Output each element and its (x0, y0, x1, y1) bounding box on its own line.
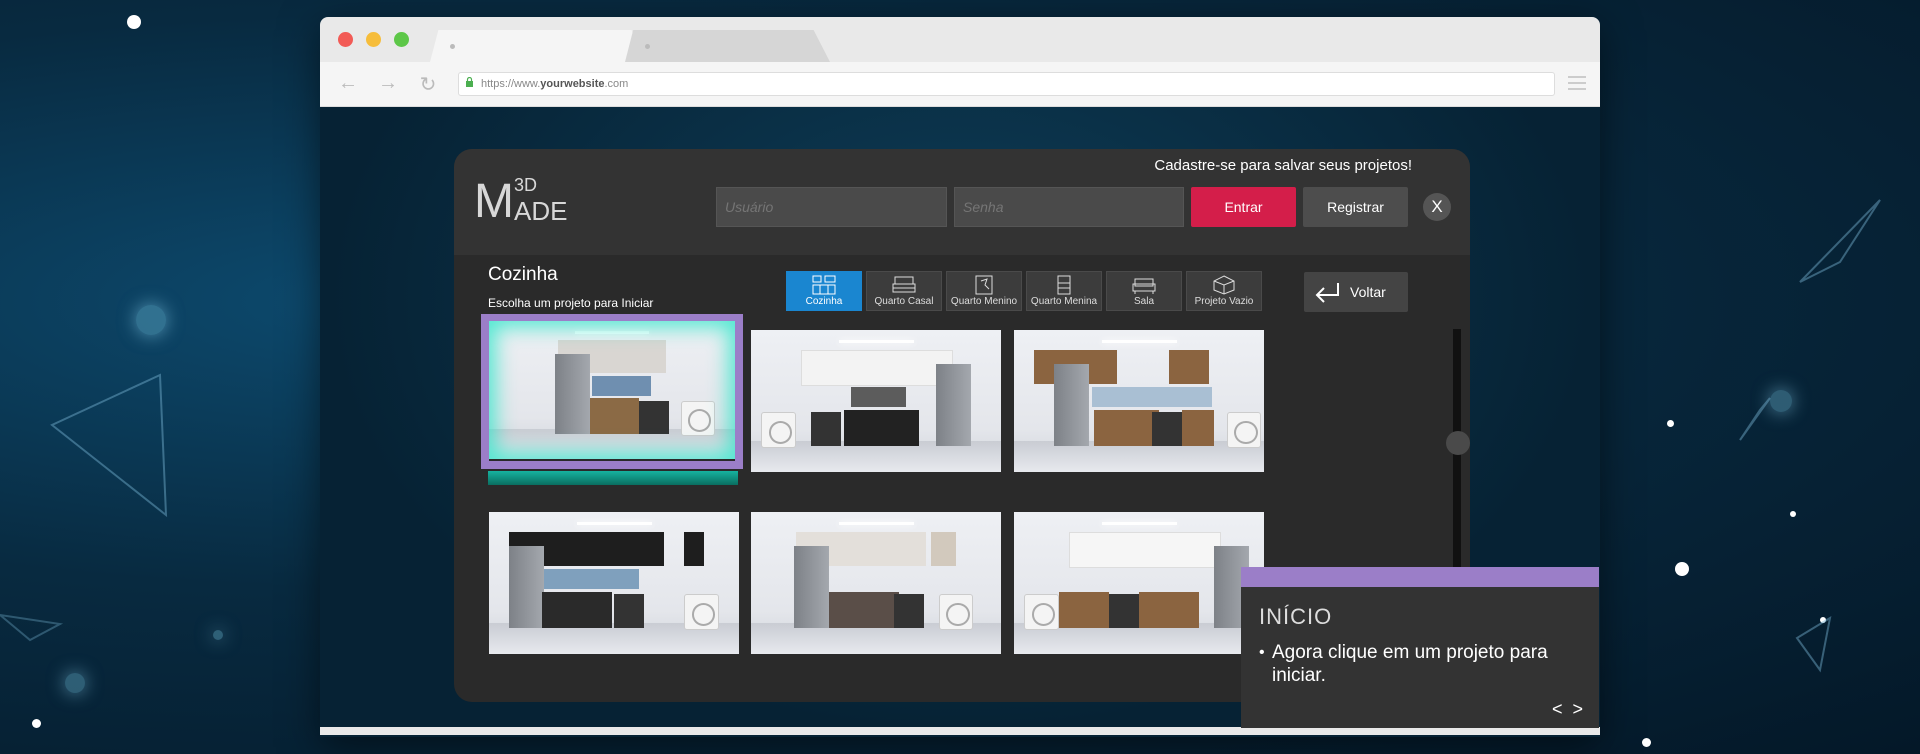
tutorial-tooltip: INÍCIO • Agora clique em um projeto para… (1241, 567, 1599, 728)
close-panel-button[interactable]: X (1423, 193, 1451, 221)
browser-bottom-edge (320, 727, 1600, 735)
category-label: Cozinha (805, 296, 843, 307)
kids-room-icon (975, 275, 993, 295)
made3d-logo: M 3D ADE (474, 175, 568, 228)
lock-icon (466, 77, 473, 87)
category-quarto-menina[interactable]: Quarto Menina (1026, 271, 1102, 311)
return-arrow-icon (1315, 283, 1339, 303)
tooltip-accent-bar (1241, 567, 1599, 587)
forward-arrow-icon[interactable]: → (375, 72, 401, 95)
back-button[interactable]: Voltar (1304, 272, 1408, 312)
project-thumbnail-4[interactable] (489, 512, 739, 654)
hamburger-menu-icon[interactable] (1568, 76, 1586, 94)
close-window-button[interactable] (338, 32, 353, 47)
project-thumbnail-6[interactable] (1014, 512, 1264, 654)
bullet-point: • (1259, 644, 1265, 661)
reload-icon[interactable]: ↻ (415, 72, 441, 97)
highlight-teal-bar (488, 471, 738, 485)
password-input[interactable] (954, 187, 1184, 227)
category-label: Quarto Menino (950, 296, 1018, 307)
back-arrow-icon[interactable]: ← (335, 72, 361, 95)
category-cozinha[interactable]: Cozinha (786, 271, 862, 311)
tooltip-navigation: < > (1542, 699, 1583, 720)
kitchen-icon (812, 275, 836, 295)
browser-tab-active[interactable] (430, 30, 640, 62)
scrollbar-thumb[interactable] (1446, 431, 1470, 455)
app-header: M 3D ADE Cadastre-se para salvar seus pr… (454, 149, 1470, 255)
section-subtitle: Escolha um projeto para Iniciar (488, 296, 654, 310)
tooltip-body: • Agora clique em um projeto para inicia… (1259, 641, 1579, 687)
highlight-glow (489, 321, 735, 459)
wardrobe-icon (1057, 275, 1071, 295)
tooltip-text: Agora clique em um projeto para iniciar. (1272, 642, 1548, 686)
login-button[interactable]: Entrar (1191, 187, 1296, 227)
address-bar[interactable]: https://www.yourwebsite.com (458, 72, 1555, 96)
tooltip-prev-button[interactable]: < (1552, 699, 1563, 719)
project-thumbnail-2[interactable] (751, 330, 1001, 472)
browser-titlebar (320, 17, 1600, 62)
url-domain: yourwebsite (540, 78, 605, 90)
url-suffix: .com (604, 78, 629, 90)
register-button[interactable]: Registrar (1303, 187, 1408, 227)
browser-toolbar: ← → ↻ https://www.yourwebsite.com (320, 62, 1600, 107)
back-button-label: Voltar (1350, 284, 1386, 300)
category-sala[interactable]: Sala (1106, 271, 1182, 311)
minimize-window-button[interactable] (366, 32, 381, 47)
empty-box-icon (1213, 275, 1235, 295)
tooltip-title: INÍCIO (1259, 604, 1333, 629)
url-prefix: https://www. (481, 78, 541, 90)
category-label: Sala (1133, 296, 1154, 307)
project-thumbnail-5[interactable] (751, 512, 1001, 654)
project-thumbnail-3[interactable] (1014, 330, 1264, 472)
username-input[interactable] (716, 187, 947, 227)
maximize-window-button[interactable] (394, 32, 409, 47)
register-note: Cadastre-se para salvar seus projetos! (1154, 157, 1412, 174)
category-label: Quarto Menina (1030, 296, 1098, 307)
sofa-icon (1132, 278, 1156, 294)
section-title: Cozinha (488, 264, 558, 285)
browser-tab-inactive[interactable] (625, 30, 830, 62)
category-label: Projeto Vazio (1194, 296, 1254, 307)
tooltip-next-button[interactable]: > (1572, 699, 1583, 719)
category-label: Quarto Casal (874, 296, 934, 307)
category-quarto-menino[interactable]: Quarto Menino (946, 271, 1022, 311)
category-projeto-vazio[interactable]: Projeto Vazio (1186, 271, 1262, 311)
category-quarto-casal[interactable]: Quarto Casal (866, 271, 942, 311)
bed-icon (892, 276, 916, 293)
